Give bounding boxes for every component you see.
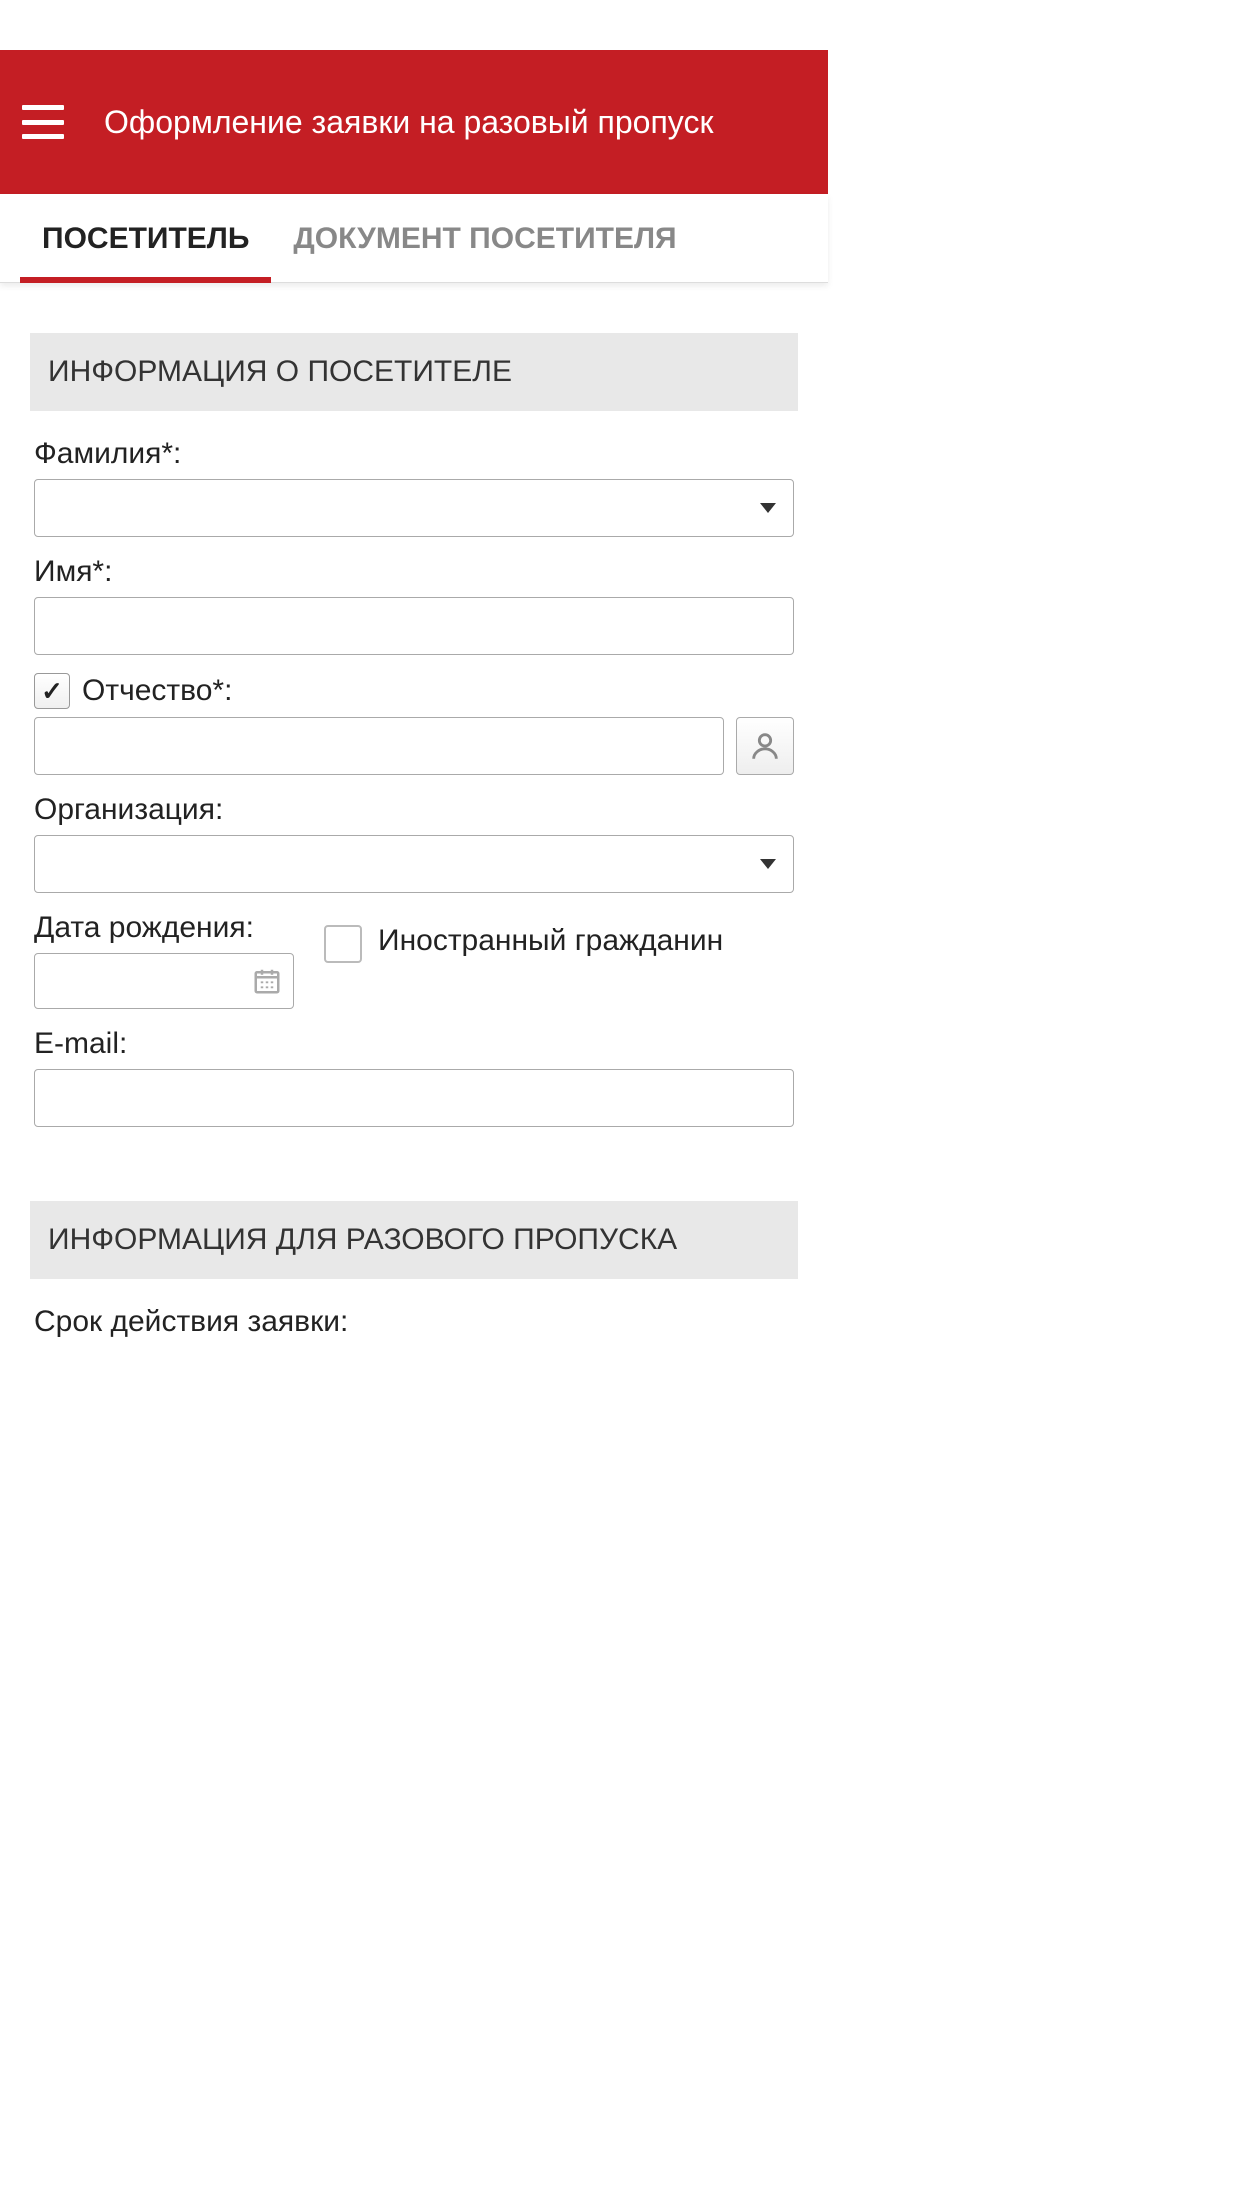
- organization-row: Организация:: [30, 793, 798, 893]
- person-icon: [748, 729, 782, 763]
- surname-input[interactable]: [34, 479, 794, 537]
- email-label: E-mail:: [34, 1027, 794, 1061]
- birthdate-field[interactable]: [34, 953, 294, 1009]
- app-header: Оформление заявки на разовый пропуск: [0, 50, 828, 194]
- firstname-label: Имя*:: [34, 555, 794, 589]
- validity-period-label: Срок действия заявки:: [30, 1305, 798, 1339]
- email-input[interactable]: [34, 1069, 794, 1127]
- calendar-icon: [252, 966, 282, 996]
- foreign-citizen-checkbox[interactable]: [324, 925, 362, 963]
- patronymic-enabled-checkbox[interactable]: [34, 673, 70, 709]
- surname-label: Фамилия*:: [34, 437, 794, 471]
- birthdate-label: Дата рождения:: [34, 911, 294, 945]
- section-pass-info-header: ИНФОРМАЦИЯ ДЛЯ РАЗОВОГО ПРОПУСКА: [30, 1201, 798, 1279]
- tab-visitor[interactable]: ПОСЕТИТЕЛЬ: [20, 194, 271, 282]
- page-title: Оформление заявки на разовый пропуск: [104, 100, 713, 145]
- organization-input[interactable]: [34, 835, 794, 893]
- foreign-citizen-label: Иностранный гражданин: [378, 921, 723, 960]
- patronymic-input[interactable]: [34, 717, 724, 775]
- tab-visitor-document[interactable]: ДОКУМЕНТ ПОСЕТИТЕЛЯ: [271, 194, 698, 282]
- tabs-bar: ПОСЕТИТЕЛЬ ДОКУМЕНТ ПОСЕТИТЕЛЯ: [0, 194, 828, 283]
- surname-row: Фамилия*:: [30, 437, 798, 537]
- section-visitor-info-header: ИНФОРМАЦИЯ О ПОСЕТИТЕЛЕ: [30, 333, 798, 411]
- firstname-input[interactable]: [34, 597, 794, 655]
- person-lookup-button[interactable]: [736, 717, 794, 775]
- birth-foreign-row: Дата рождения: Иностранный гражданин: [30, 911, 798, 1009]
- patronymic-label: Отчество*:: [82, 674, 232, 708]
- email-row: E-mail:: [30, 1027, 798, 1127]
- chevron-down-icon: [760, 503, 776, 513]
- content-area: ИНФОРМАЦИЯ О ПОСЕТИТЕЛЕ Фамилия*: Имя*: …: [0, 283, 828, 1369]
- hamburger-menu-icon[interactable]: [22, 105, 64, 139]
- status-bar: [0, 0, 828, 50]
- patronymic-row: Отчество*:: [30, 673, 798, 775]
- surname-dropdown[interactable]: [34, 479, 794, 537]
- chevron-down-icon: [760, 859, 776, 869]
- firstname-row: Имя*:: [30, 555, 798, 655]
- organization-label: Организация:: [34, 793, 794, 827]
- organization-dropdown[interactable]: [34, 835, 794, 893]
